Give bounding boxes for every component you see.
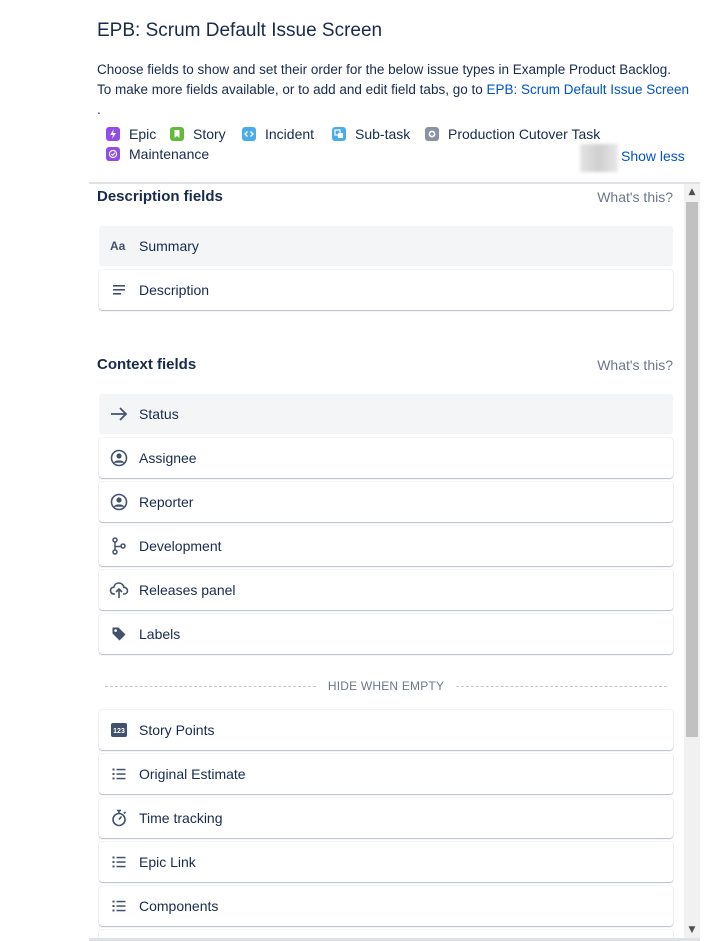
issue-type-maintenance: Maintenance [106, 146, 209, 162]
field-label: Original Estimate [139, 766, 246, 782]
field-reporter[interactable]: Reporter [99, 482, 673, 522]
field-components[interactable]: Components [99, 886, 673, 926]
issue-type-production-cutover-task: Production Cutover Task [425, 126, 600, 142]
scrollbar[interactable]: ▲ ▼ [684, 184, 700, 938]
field-label: Time tracking [139, 810, 223, 826]
field-releases-panel[interactable]: Releases panel [99, 570, 673, 610]
tag-icon [109, 624, 129, 644]
issue-type-epic: Epic [106, 126, 156, 142]
scroll-down-arrow-icon[interactable]: ▼ [687, 925, 697, 935]
field-summary: Aa Summary [99, 226, 673, 266]
intro-line-2-text: To make more fields available, or to add… [97, 82, 487, 97]
field-original-estimate[interactable]: Original Estimate [99, 754, 673, 794]
field-assignee[interactable]: Assignee [99, 438, 673, 478]
fields-panel[interactable]: Description fields What's this? Aa Summa… [89, 184, 685, 938]
screen-link[interactable]: EPB: Scrum Default Issue Screen [486, 82, 689, 97]
field-label: Components [139, 898, 219, 914]
page-title: EPB: Scrum Default Issue Screen [97, 20, 383, 41]
issue-type-story: Story [170, 126, 226, 142]
arrow-right-icon [109, 404, 129, 424]
field-label: Reporter [139, 494, 194, 510]
redacted-avatar [580, 144, 618, 172]
field-status: Status [99, 394, 673, 434]
person-icon [109, 448, 129, 468]
task-icon [425, 127, 439, 141]
dashed-line [105, 685, 316, 687]
person-icon [109, 492, 129, 512]
whats-this-link[interactable]: What's this? [597, 189, 673, 205]
field-label: Labels [139, 626, 181, 642]
field-label: Description [139, 282, 210, 298]
field-story-points[interactable]: 123 Story Points [99, 710, 673, 750]
hide-when-empty-label: HIDE WHEN EMPTY [327, 679, 445, 693]
incident-icon [242, 127, 256, 141]
subtask-icon [332, 127, 346, 141]
field-label: Status [139, 406, 179, 422]
issue-type-label: Sub-task [355, 126, 411, 142]
scroll-up-arrow-icon[interactable]: ▲ [687, 187, 697, 197]
whats-this-link[interactable]: What's this? [597, 357, 673, 373]
list-icon [109, 852, 129, 872]
list-icon [109, 764, 129, 784]
number-icon: 123 [109, 720, 129, 740]
text-format-icon: Aa [109, 236, 129, 256]
list-icon [109, 896, 129, 916]
story-icon [170, 127, 184, 141]
field-next-partial[interactable] [99, 930, 673, 938]
description-section-header: Description fields What's this? [97, 188, 673, 205]
field-time-tracking[interactable]: Time tracking [99, 798, 673, 838]
maintenance-icon [106, 147, 120, 161]
context-section-header: Context fields What's this? [97, 356, 673, 373]
issue-type-label: Production Cutover Task [448, 126, 601, 142]
scroll-thumb[interactable] [686, 202, 698, 737]
section-title: Context fields [97, 356, 197, 373]
field-label: Development [139, 538, 222, 554]
field-label: Summary [139, 238, 199, 254]
field-label: Epic Link [139, 854, 196, 870]
align-left-icon [109, 280, 129, 300]
show-less-link[interactable]: Show less [621, 148, 685, 164]
hide-when-empty-divider: HIDE WHEN EMPTY [105, 678, 667, 694]
intro-line-1: Choose fields to show and set their orde… [97, 62, 672, 77]
issue-type-incident: Incident [242, 126, 314, 142]
field-description[interactable]: Description [99, 270, 673, 310]
svg-text:Aa: Aa [110, 239, 126, 253]
stopwatch-icon [109, 808, 129, 828]
field-label: Assignee [139, 450, 197, 466]
cloud-upload-icon [109, 580, 129, 600]
branch-icon [109, 536, 129, 556]
intro-text: Choose fields to show and set their orde… [97, 60, 697, 120]
epic-icon [106, 127, 120, 141]
field-label: Releases panel [139, 582, 236, 598]
issue-type-label: Maintenance [129, 146, 210, 162]
field-epic-link[interactable]: Epic Link [99, 842, 673, 882]
field-labels[interactable]: Labels [99, 614, 673, 654]
field-label: Story Points [139, 722, 215, 738]
intro-line-2: To make more fields available, or to add… [97, 80, 697, 100]
intro-suffix: . [97, 102, 101, 117]
field-development[interactable]: Development [99, 526, 673, 566]
number-badge: 123 [113, 728, 125, 735]
issue-type-subtask: Sub-task [332, 126, 410, 142]
issue-type-label: Incident [265, 126, 315, 142]
issue-type-label: Epic [129, 126, 157, 142]
dashed-line [456, 685, 667, 687]
issue-type-label: Story [193, 126, 226, 142]
section-title: Description fields [97, 188, 223, 205]
